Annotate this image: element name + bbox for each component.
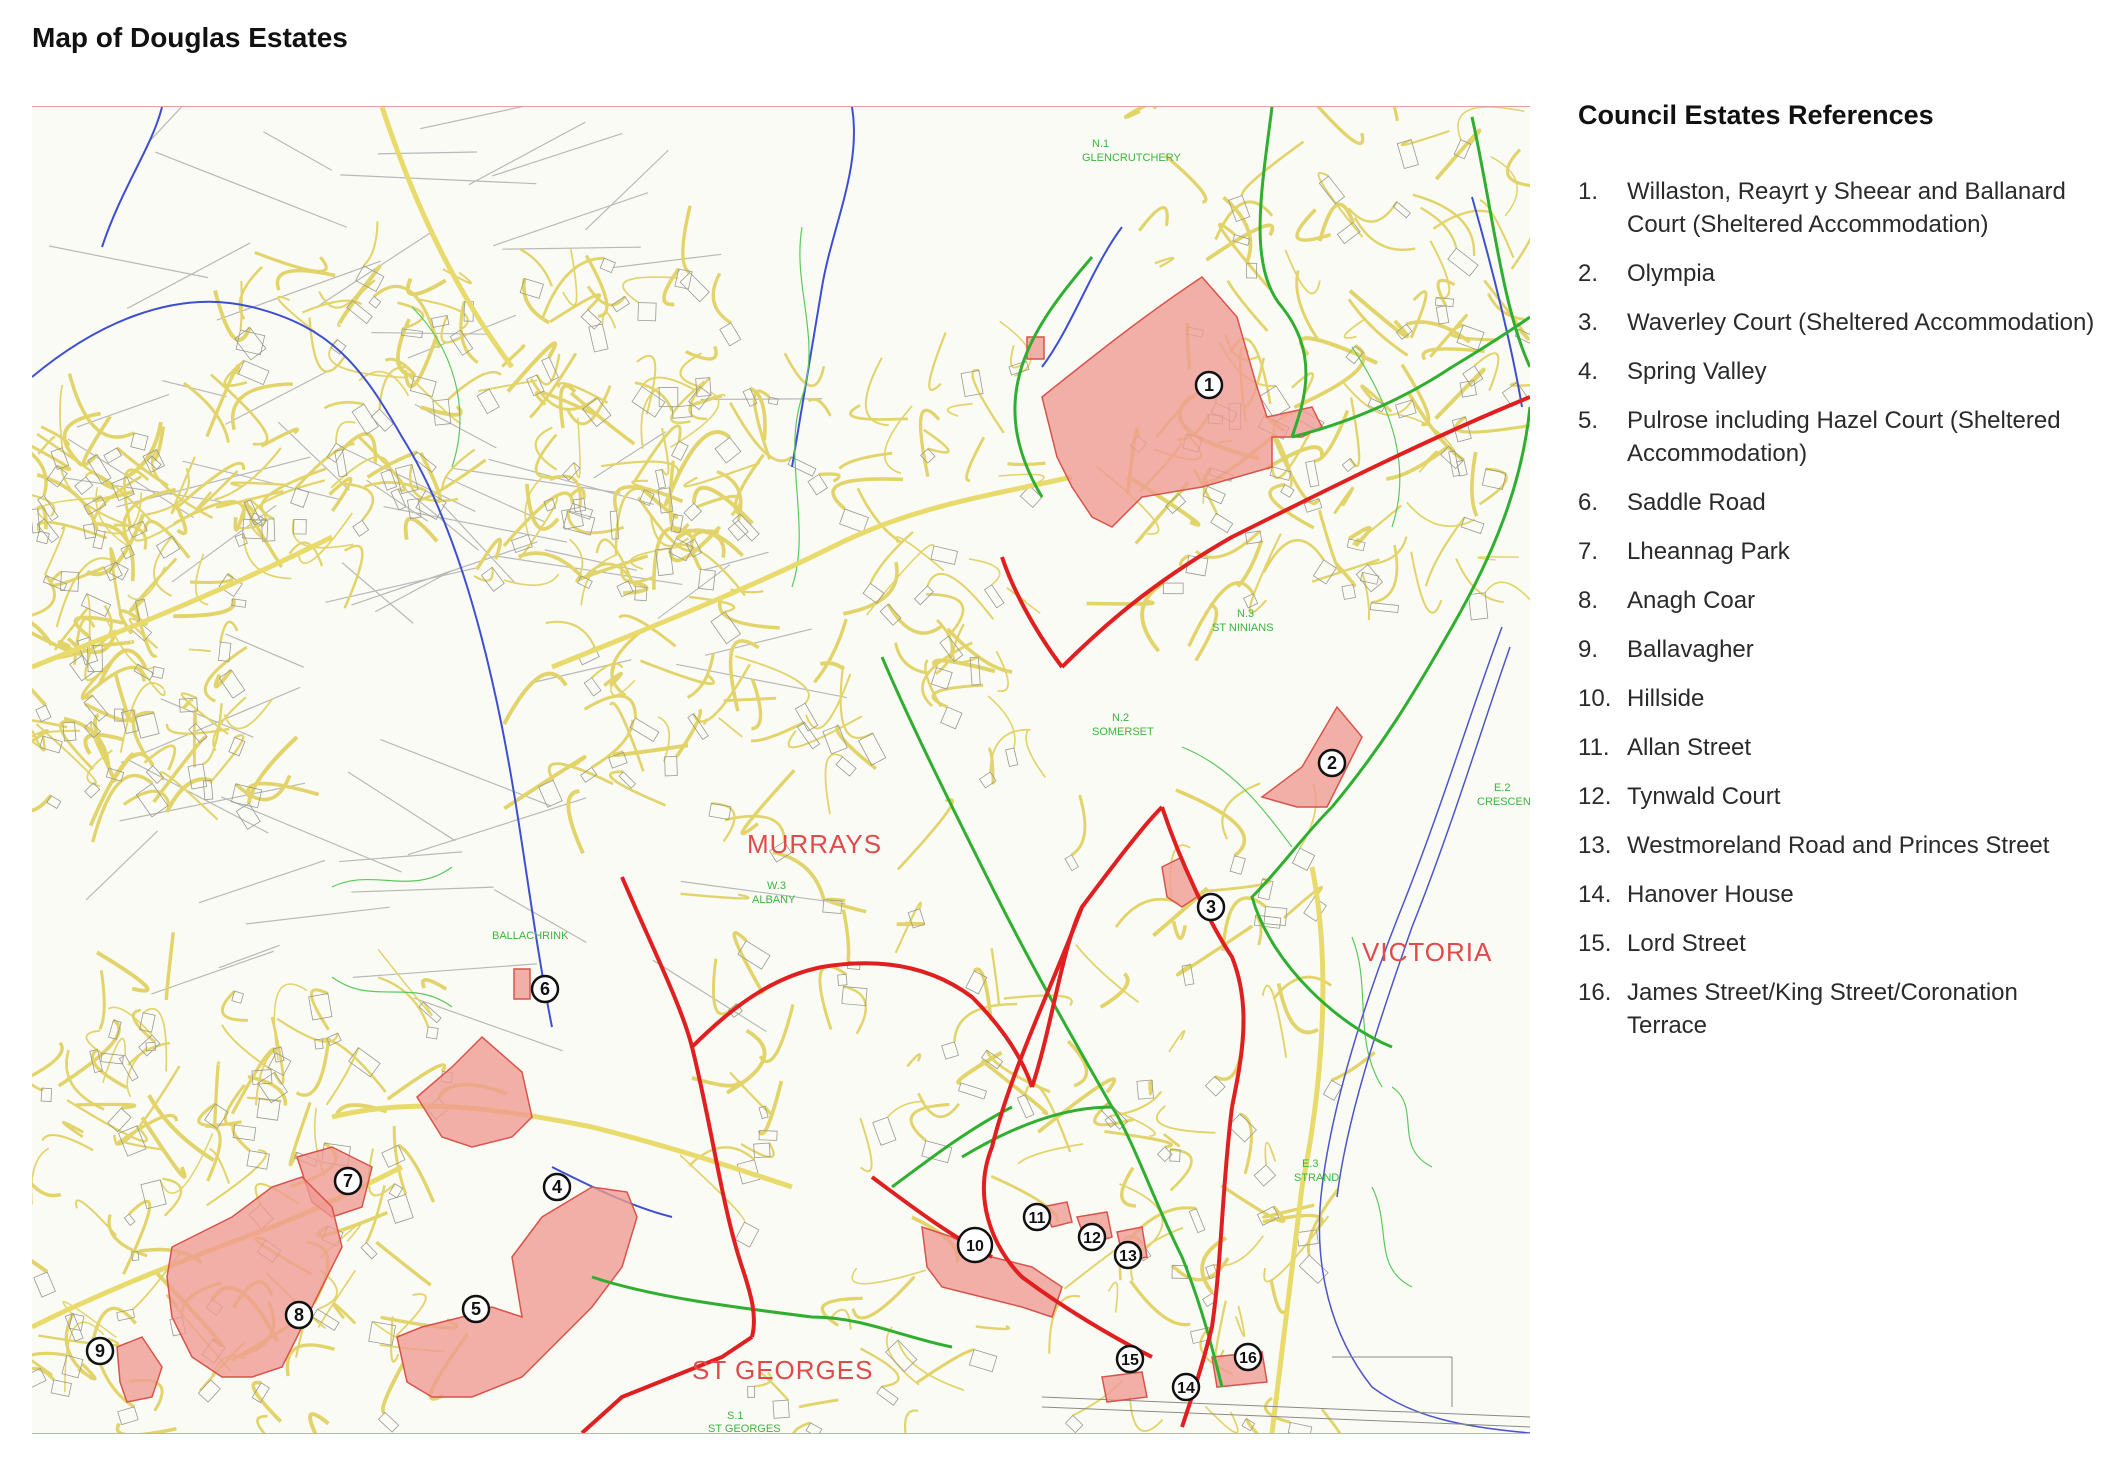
estate-marker-label: 4	[552, 1177, 562, 1197]
legend-item: 9. Ballavagher	[1578, 633, 2098, 666]
estate-marker-label: 2	[1327, 753, 1337, 773]
legend-item-number: 1.	[1578, 178, 1599, 205]
estate-15	[1101, 1371, 1148, 1403]
legend-item: 7. Lheannag Park	[1578, 535, 2098, 568]
label-st-ninians: ST NINIANS	[1212, 622, 1274, 634]
legend-item: 2. Olympia	[1578, 257, 2098, 290]
label-st-georges: ST GEORGES	[692, 1355, 873, 1385]
estate-marker-label: 16	[1239, 1350, 1257, 1367]
legend-item-name: Ballavagher	[1627, 636, 1754, 663]
legend-item-number: 8.	[1578, 587, 1599, 614]
legend-item: 11. Allan Street	[1578, 731, 2098, 764]
estate-6	[513, 968, 531, 1000]
label-n3: N.3	[1237, 608, 1254, 620]
label-n2: N.2	[1112, 712, 1129, 724]
legend-item-name: Hillside	[1627, 685, 1705, 712]
label-glencrutchery: GLENCRUTCHERY	[1082, 152, 1181, 164]
legend-item-name: Lheannag Park	[1627, 538, 1790, 565]
legend-item-name: Saddle Road	[1627, 489, 1766, 516]
legend-item-number: 7.	[1578, 538, 1599, 565]
legend-item-name: Westmoreland Road and Princes Street	[1627, 832, 2050, 859]
legend-item-name: Lord Street	[1627, 930, 1746, 957]
estate-marker-label: 8	[294, 1305, 304, 1325]
legend-item-number: 15.	[1578, 930, 1612, 957]
legend-item-name: Spring Valley	[1627, 358, 1767, 385]
legend-list: 1. Willaston, Reayrt y Sheear and Ballana…	[1578, 175, 2098, 1042]
estate-marker-label: 6	[540, 979, 550, 999]
legend-item-name: Tynwald Court	[1627, 783, 1781, 810]
estate-marker-label: 7	[343, 1171, 353, 1191]
legend-item: 10. Hillside	[1578, 682, 2098, 715]
legend-item: 16. James Street/King Street/Coronation T…	[1578, 976, 2098, 1042]
legend-item-number: 13.	[1578, 832, 1612, 859]
legend-title: Council Estates References	[1578, 100, 1934, 130]
legend-item-number: 11.	[1578, 734, 1610, 761]
legend-item: 4. Spring Valley	[1578, 355, 2098, 388]
legend-item: 14. Hanover House	[1578, 878, 2098, 911]
legend-item-name: Waverley Court (Sheltered Accommodation)	[1627, 309, 2095, 336]
legend-item-name: Allan Street	[1627, 734, 1752, 761]
estate-marker-label: 1	[1204, 375, 1214, 395]
council-estates-legend: Council Estates References 1. Willaston, …	[1578, 100, 2098, 1058]
page-title: Map of Douglas Estates	[32, 22, 348, 53]
legend-item: 3. Waverley Court (Sheltered Accommodatio…	[1578, 306, 2098, 339]
legend-item-number: 14.	[1578, 881, 1612, 908]
label-s1: S.1	[727, 1410, 744, 1422]
legend-item: 8. Anagh Coar	[1578, 584, 2098, 617]
label-victoria: VICTORIA	[1362, 937, 1492, 967]
legend-item: 6. Saddle Road	[1578, 486, 2098, 519]
legend-item: 1. Willaston, Reayrt y Sheear and Ballana…	[1578, 175, 2098, 241]
label-st-georges-small: ST GEORGES	[708, 1423, 781, 1433]
estate-marker-label: 13	[1119, 1248, 1137, 1265]
legend-item: 13. Westmoreland Road and Princes Street	[1578, 829, 2098, 862]
legend-item-number: 9.	[1578, 636, 1599, 663]
label-ballachrink: BALLACHRINK	[492, 930, 569, 942]
estate-marker-label: 12	[1083, 1230, 1101, 1247]
label-w3: W.3	[767, 880, 786, 892]
estate-marker-label: 14	[1177, 1380, 1195, 1397]
label-strand: STRAND	[1294, 1172, 1339, 1184]
estate-marker-label: 3	[1206, 897, 1216, 917]
legend-item-number: 4.	[1578, 358, 1599, 385]
label-n1: N.1	[1092, 138, 1109, 150]
label-e3: E.3	[1302, 1158, 1319, 1170]
legend-item-number: 16.	[1578, 979, 1612, 1006]
legend-item-name: Hanover House	[1627, 881, 1794, 908]
estate-marker-label: 9	[95, 1341, 105, 1361]
label-e2: E.2	[1494, 782, 1511, 794]
label-murrays: MURRAYS	[747, 829, 882, 859]
label-albany: ALBANY	[752, 894, 796, 906]
legend-item-name: Anagh Coar	[1627, 587, 1756, 614]
legend-item-name: James Street/King Street/Coronation Terr…	[1627, 979, 2018, 1039]
legend-item: 15. Lord Street	[1578, 927, 2098, 960]
legend-item: 12. Tynwald Court	[1578, 780, 2098, 813]
legend-item-name: Olympia	[1627, 260, 1716, 287]
legend-item-name: Willaston, Reayrt y Sheear and Ballanard…	[1627, 178, 2066, 238]
estate-marker-label: 5	[471, 1299, 481, 1319]
legend-item-number: 10.	[1578, 685, 1612, 712]
estate-marker-label: 10	[966, 1238, 984, 1255]
douglas-estates-map[interactable]: MURRAYS VICTORIA ST GEORGES N.1 GLENCRUT…	[32, 107, 1530, 1433]
legend-item-number: 12.	[1578, 783, 1612, 810]
legend-item-number: 3.	[1578, 309, 1599, 336]
legend-item: 5. Pulrose including Hazel Court (Shelter…	[1578, 404, 2098, 470]
legend-item-number: 5.	[1578, 407, 1599, 434]
estate-marker-label: 15	[1121, 1352, 1139, 1369]
label-crescent: CRESCENT	[1477, 796, 1530, 808]
legend-item-name: Pulrose including Hazel Court (Sheltered…	[1627, 407, 2061, 467]
label-somerset: SOMERSET	[1092, 726, 1154, 738]
map-panel[interactable]: MURRAYS VICTORIA ST GEORGES N.1 GLENCRUT…	[32, 106, 1530, 1434]
legend-item-number: 6.	[1578, 489, 1599, 516]
legend-item-number: 2.	[1578, 260, 1599, 287]
estate-marker-label: 11	[1029, 1210, 1046, 1227]
